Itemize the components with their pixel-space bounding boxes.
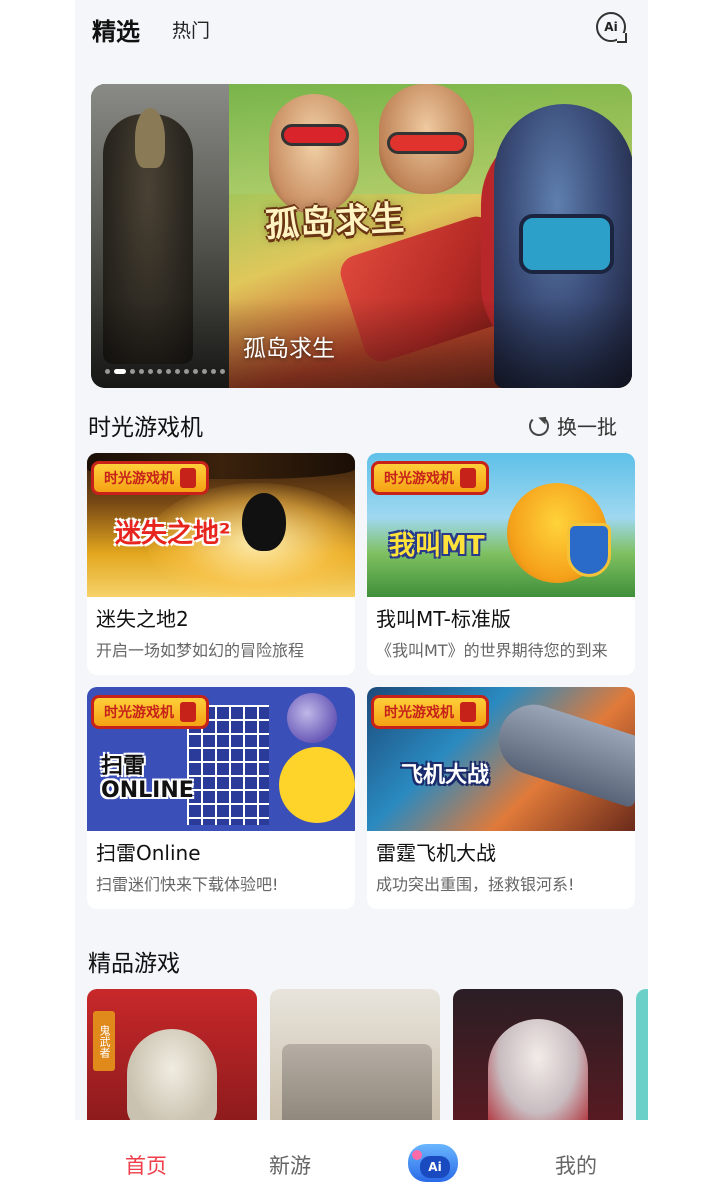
premium-game-card[interactable] (636, 989, 648, 1129)
nav-mine[interactable]: 我的 (555, 1150, 597, 1180)
nav-ai-gamepad-icon[interactable]: Ai (406, 1140, 460, 1190)
game-description: 成功突出重围，拯救银河系! (376, 875, 575, 894)
carousel-dot[interactable] (105, 369, 110, 374)
game-name: 雷霆飞机大战 (376, 841, 496, 865)
cover-mine (287, 693, 337, 743)
cover-jet (489, 695, 635, 809)
game-tag: 鬼武者 (93, 1011, 115, 1071)
premium-game-card[interactable] (453, 989, 623, 1129)
badge-label: 时光游戏机 (104, 705, 174, 721)
time-machine-badge: 时光游戏机 (91, 695, 209, 729)
game-name: 迷失之地2 (96, 607, 189, 631)
goggles-1 (281, 124, 349, 146)
gameboy-icon (460, 468, 476, 488)
carousel-dot[interactable] (157, 369, 162, 374)
gameboy-icon (460, 702, 476, 722)
nav-new-games[interactable]: 新游 (269, 1150, 311, 1180)
character-image (488, 1019, 588, 1129)
carousel-dot[interactable] (211, 369, 216, 374)
game-card-mt[interactable]: 我叫MT 时光游戏机 我叫MT-标准版 《我叫MT》的世界期待您的到来 (367, 453, 635, 675)
game-cover: 飞机大战 时光游戏机 (367, 687, 635, 831)
game-cover: 扫雷 ONLINE 时光游戏机 (87, 687, 355, 831)
tab-featured[interactable]: 精选 (92, 12, 140, 47)
top-header: 精选 热门 Ai (75, 0, 648, 60)
game-logo: 飞机大战 (401, 763, 490, 788)
carousel-dot[interactable] (166, 369, 171, 374)
time-machine-badge: 时光游戏机 (371, 461, 489, 495)
carousel-dot[interactable] (175, 369, 180, 374)
badge-label: 时光游戏机 (104, 471, 174, 487)
cover-shield (567, 523, 611, 577)
game-card-thunder[interactable]: 飞机大战 时光游戏机 雷霆飞机大战 成功突出重围，拯救银河系! (367, 687, 635, 909)
carousel-dot[interactable] (202, 369, 207, 374)
ai-assistant-icon[interactable]: Ai (596, 12, 626, 42)
truck-image (282, 1044, 432, 1129)
gameboy-icon (180, 702, 196, 722)
section-title-premium: 精品游戏 (88, 951, 180, 977)
time-machine-badge: 时光游戏机 (91, 461, 209, 495)
carousel-dot[interactable] (130, 369, 135, 374)
game-cover: 我叫MT 时光游戏机 (367, 453, 635, 597)
premium-game-card[interactable]: 鬼武者 (87, 989, 257, 1129)
time-machine-badge: 时光游戏机 (371, 695, 489, 729)
game-description: 《我叫MT》的世界期待您的到来 (376, 641, 608, 660)
game-description: 开启一场如梦如幻的冒险旅程 (96, 641, 305, 660)
badge-label: 时光游戏机 (384, 471, 454, 487)
gameboy-icon (180, 468, 196, 488)
game-cover: 迷失之地² 时光游戏机 (87, 453, 355, 597)
ai-label: Ai (420, 1156, 450, 1178)
badge-label: 时光游戏机 (384, 705, 454, 721)
game-logo: 我叫MT (389, 531, 485, 561)
hero-banner[interactable]: 孤岛求生 孤岛求生 (91, 84, 632, 388)
oni-mask (127, 1029, 217, 1129)
section-title-time-machine: 时光游戏机 (88, 415, 203, 441)
game-logo: 迷失之地² (115, 519, 231, 549)
carousel-dot[interactable] (148, 369, 153, 374)
premium-game-card[interactable] (270, 989, 440, 1129)
game-description: 扫雷迷们快来下载体验吧! (96, 875, 279, 894)
game-name: 扫雷Online (96, 841, 201, 865)
carousel-dot[interactable] (220, 369, 225, 374)
bottom-navigation: 首页 新游 Ai 我的 (0, 1120, 720, 1200)
goggles-2 (387, 132, 467, 154)
game-card-minesweeper[interactable]: 扫雷 ONLINE 时光游戏机 扫雷Online 扫雷迷们快来下载体验吧! (87, 687, 355, 909)
carousel-dot[interactable] (139, 369, 144, 374)
knight-visor (519, 214, 614, 274)
game-logo: 扫雷 ONLINE (101, 754, 194, 803)
carousel-dot[interactable] (193, 369, 198, 374)
refresh-label: 换一批 (557, 415, 617, 439)
warrior-helmet (135, 108, 165, 168)
refresh-button[interactable]: 换一批 (529, 411, 617, 440)
game-name: 我叫MT-标准版 (376, 607, 511, 631)
game-card-lost-land[interactable]: 迷失之地² 时光游戏机 迷失之地2 开启一场如梦如幻的冒险旅程 (87, 453, 355, 675)
gamepad-button (412, 1150, 422, 1160)
carousel-dot[interactable] (114, 369, 126, 374)
carousel-dot[interactable] (184, 369, 189, 374)
app-screen: 精选 热门 Ai 孤岛求生 孤岛求生 时光游戏机 换一批 迷失之地² 时光游戏机… (75, 0, 648, 1200)
banner-game-logo: 孤岛求生 (264, 198, 407, 246)
tab-hot[interactable]: 热门 (172, 16, 210, 43)
banner-gradient (91, 298, 632, 388)
banner-title: 孤岛求生 (243, 336, 335, 362)
cover-smiley (279, 747, 355, 823)
refresh-icon (529, 415, 549, 436)
nav-home[interactable]: 首页 (125, 1150, 167, 1180)
cover-creature (242, 493, 286, 551)
carousel-indicator[interactable] (105, 369, 225, 374)
